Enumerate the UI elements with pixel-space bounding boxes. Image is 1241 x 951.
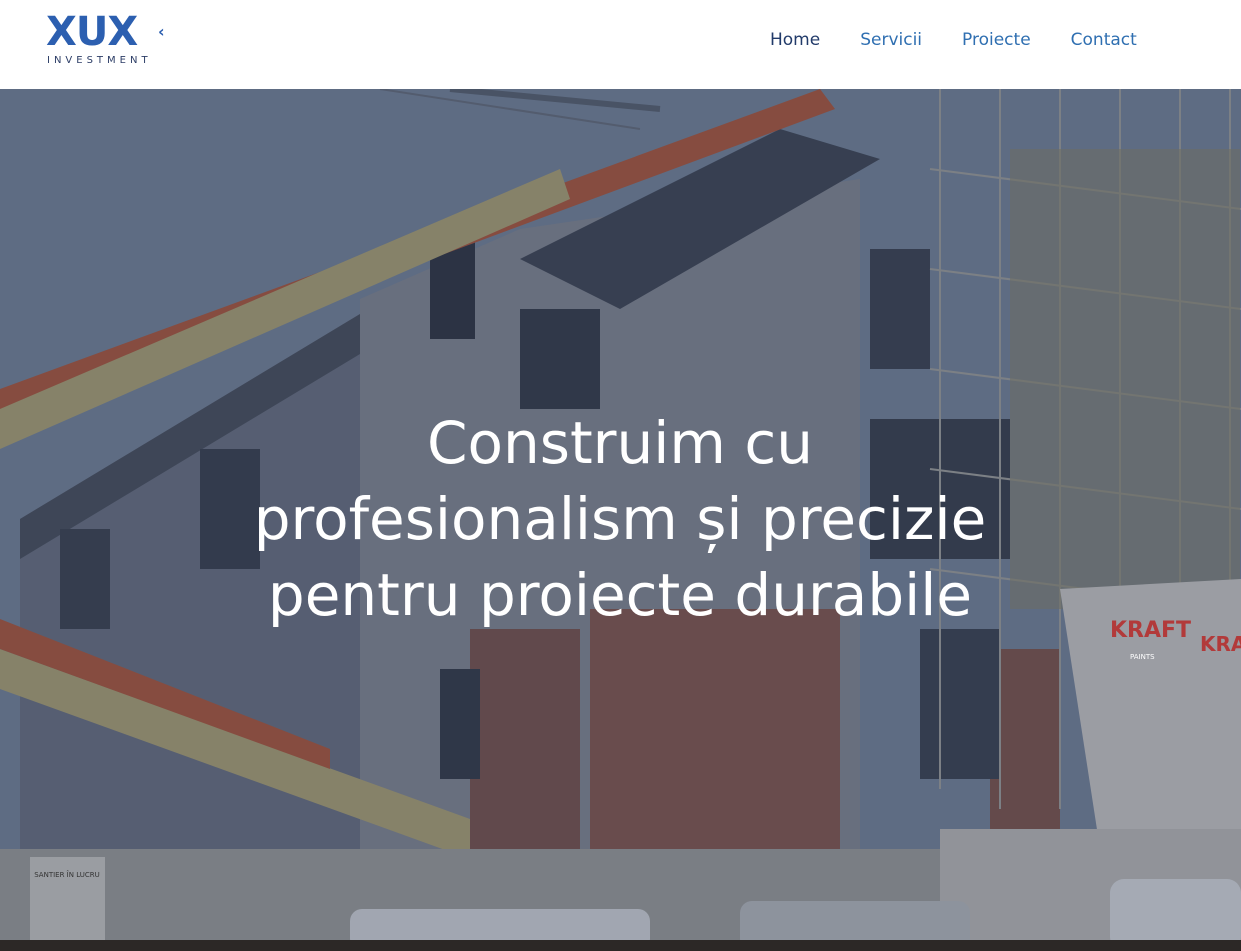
nav-home[interactable]: Home — [770, 28, 820, 52]
nav-proiecte[interactable]: Proiecte — [962, 28, 1031, 52]
main-nav: Home Servicii Proiecte Contact — [770, 28, 1137, 52]
hero-headline-line-3: pentru proiecte durabile — [267, 561, 973, 629]
logo-chevron-icon: ‹ — [158, 22, 165, 41]
hero-headline-line-1: Construim cu — [426, 409, 813, 477]
xux-logo[interactable]: XUX ‹ INVESTMENT — [46, 10, 172, 68]
logo-wordmark: XUX — [46, 9, 138, 55]
hero-headline: Construim cu profesionalism și precizie … — [120, 405, 1120, 633]
nav-contact[interactable]: Contact — [1071, 28, 1137, 52]
hero-headline-line-2: profesionalism și precizie — [253, 485, 987, 553]
logo-subtitle: INVESTMENT — [47, 55, 152, 66]
hero-bottom-strip — [0, 940, 1241, 951]
nav-servicii[interactable]: Servicii — [860, 28, 922, 52]
site-header: XUX ‹ INVESTMENT Home Servicii Proiecte … — [0, 0, 1241, 89]
hero-section: Construim cu profesionalism și precizie … — [0, 89, 1241, 951]
